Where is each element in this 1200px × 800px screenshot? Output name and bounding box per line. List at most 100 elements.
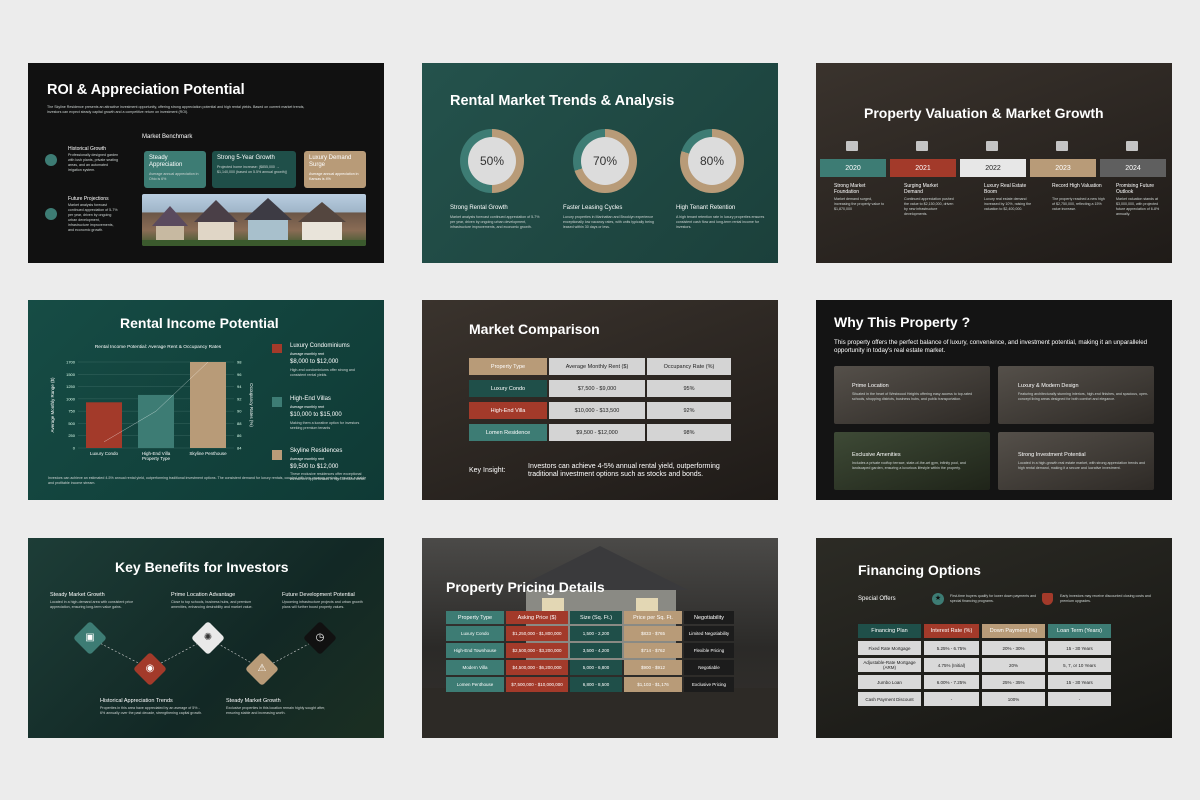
table-cell: $7,500,000 - $10,000,000: [506, 677, 568, 692]
year-tab[interactable]: 2022: [960, 159, 1026, 177]
table-cell: 20%: [982, 658, 1045, 672]
year-tab[interactable]: 2024: [1100, 159, 1166, 177]
offers-label: Special Offers: [858, 596, 896, 602]
table-cell: $714 - $762: [624, 643, 682, 658]
table-header: Loan Term (Years): [1048, 624, 1111, 638]
y-tick-label: 250: [68, 433, 75, 438]
money-icon: [1056, 141, 1068, 151]
y-tick-label: 1500: [66, 372, 76, 377]
city-icon: [272, 450, 282, 460]
feature-card[interactable]: Strong Investment Potential Located in a…: [998, 432, 1154, 490]
slide-rental-income[interactable]: Rental Income Potential Rental Income Po…: [28, 300, 384, 500]
slide-title: Property Pricing Details: [446, 579, 605, 595]
ring-text: Market analysts forecast continued appre…: [450, 215, 540, 229]
table-cell: 15 - 30 Years: [1048, 675, 1111, 689]
offer-text: First-time buyers qualify for lower down…: [950, 594, 1037, 603]
offer-text: Early investors may receive discounted c…: [1060, 594, 1151, 603]
table-header: Size (Sq. Ft.): [570, 611, 622, 624]
table-header: Occupancy Rate (%): [647, 358, 731, 375]
feature-card[interactable]: Prime Location Situated in the heart of …: [834, 366, 990, 424]
y2-tick-label: 94: [237, 384, 242, 389]
benefit-text: Exclusive properties in this location re…: [226, 706, 326, 715]
slide-why-property[interactable]: Why This Property ? This property offers…: [816, 300, 1172, 500]
table-cell: $1,250,000 - $1,800,000: [506, 626, 568, 641]
chart-icon: [45, 208, 57, 220]
table-cell: $900 - $912: [624, 660, 682, 675]
slide-roi[interactable]: ROI & Appreciation Potential The Skyline…: [28, 63, 384, 263]
table-cell: 5.25% - 6.75%: [924, 641, 979, 655]
y-tick-label: 500: [68, 421, 75, 426]
benchmark-card[interactable]: Strong 5-Year Growth Projected home incr…: [212, 151, 296, 188]
benchmark-card[interactable]: Luxury Demand Surge Average annual appre…: [304, 151, 366, 188]
table-cell: 1,500 - 2,200: [570, 626, 622, 641]
slide-title: Market Comparison: [469, 321, 600, 337]
y2-tick-label: 90: [237, 409, 242, 414]
year-text: Market demand surged, increasing the pro…: [834, 197, 885, 211]
table-cell: Fixed Rate Mortgage: [858, 641, 921, 655]
table-cell: $2,500,000 - $3,200,000: [506, 643, 568, 658]
slide-title: ROI & Appreciation Potential: [47, 82, 245, 98]
table-header: Price per Sq. Ft.: [624, 611, 682, 624]
table-cell: 20% - 30%: [982, 641, 1045, 655]
side-range: $10,000 to $15,000: [290, 412, 342, 418]
year-tab[interactable]: 2021: [890, 159, 956, 177]
slide-market-comparison[interactable]: Market Comparison Property Type Average …: [422, 300, 778, 500]
benefit-title: Steady Market Growth: [226, 698, 281, 704]
year-text: The property reached a new high of $2,75…: [1052, 197, 1105, 211]
side-range: $8,000 to $12,000: [290, 359, 339, 365]
table-cell: $9,500 - $12,000: [549, 424, 645, 441]
table-cell: Adjustable-Rate Mortgage (ARM): [858, 658, 921, 672]
table-cell: Limited Negotiability: [684, 626, 734, 641]
table-cell: 4.75% (Initial): [924, 658, 979, 672]
slide-intro: This property offers the perfect balance…: [834, 339, 1148, 354]
table-header: Negotiability: [684, 611, 734, 624]
benchmark-card[interactable]: Steady Appreciation Average annual appre…: [144, 151, 206, 188]
slide-pricing[interactable]: Property Pricing Details Property Type As…: [422, 538, 778, 738]
benchmark-title: Market Benchmark: [142, 134, 193, 140]
table-cell: Jumbo Loan: [858, 675, 921, 689]
table-cell: Lomen Penthouse: [446, 677, 504, 692]
table-cell: 6.00% - 7.25%: [924, 675, 979, 689]
table-cell: 98%: [647, 424, 731, 441]
slide-key-benefits[interactable]: Key Benefits for Investors Steady Market…: [28, 538, 384, 738]
table-cell: 6,800 - 8,500: [570, 677, 622, 692]
side-title: High-End Villas: [290, 396, 331, 402]
year-tab[interactable]: 2020: [820, 159, 886, 177]
warning-icon: ⚠: [245, 652, 279, 686]
table-header: Asking Price ($): [506, 611, 568, 624]
office-icon: [272, 397, 282, 407]
item-title: Future Projections: [68, 196, 109, 202]
feature-card[interactable]: Luxury & Modern Design Featuring archite…: [998, 366, 1154, 424]
progress-ring: 50%: [460, 129, 524, 193]
y-tick-label: 1250: [66, 384, 76, 389]
side-text: These exclusive residences offer excepti…: [290, 472, 366, 481]
briefcase-icon: ▣: [73, 621, 107, 655]
y2-tick-label: 96: [237, 372, 242, 377]
slide-financing[interactable]: Financing Options Special Offers ★ First…: [816, 538, 1172, 738]
slide-valuation[interactable]: Property Valuation & Market Growth 2020 …: [816, 63, 1172, 263]
table-cell: 100%: [982, 692, 1045, 706]
slide-rental-trends[interactable]: Rental Market Trends & Analysis 50% 70% …: [422, 63, 778, 263]
y2-axis-label: Occupancy Rates (%): [249, 383, 254, 427]
slide-intro: The Skyline Residence presents an attrac…: [47, 105, 305, 114]
bar: [190, 362, 226, 448]
bar: [138, 394, 174, 448]
table-cell: $833 - $765: [624, 626, 682, 641]
side-sub: Average monthly rent: [290, 352, 325, 356]
item-text: Market analysts forecast continued appre…: [68, 203, 118, 232]
table-cell: 5,000 - 6,800: [570, 660, 622, 675]
progress-ring: 80%: [680, 129, 744, 193]
year-title: Record High Valuation: [1052, 183, 1102, 189]
progress-ring: 70%: [573, 129, 637, 193]
table-cell: Negotiable: [684, 660, 734, 675]
year-tab[interactable]: 2023: [1030, 159, 1096, 177]
ring-title: High Tenant Retention: [676, 205, 736, 211]
table-header: Financing Plan: [858, 624, 921, 638]
feature-card[interactable]: Exclusive Amenities Includes a private r…: [834, 432, 990, 490]
benefit-title: Historical Appreciation Trends: [100, 698, 173, 704]
table-cell: 5, 7, or 10 Years: [1048, 658, 1111, 672]
year-text: Luxury real estate demand increased by 1…: [984, 197, 1032, 211]
table-cell: Luxury Condo: [469, 380, 547, 397]
y-tick-label: 1000: [66, 396, 76, 401]
target-icon: ◉: [133, 652, 167, 686]
